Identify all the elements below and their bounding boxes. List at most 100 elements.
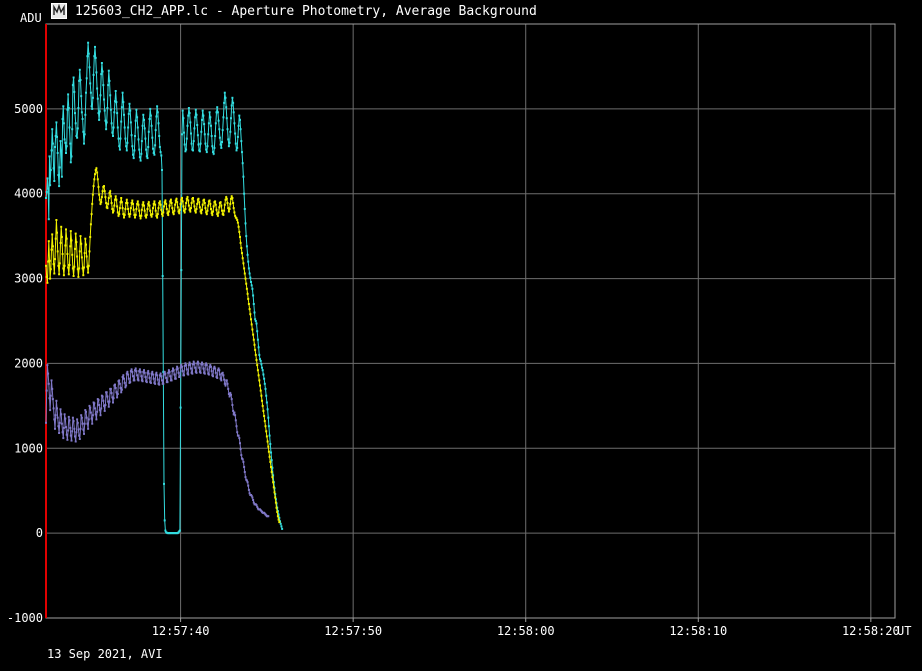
data-point xyxy=(98,404,101,406)
data-point xyxy=(156,213,159,216)
data-point xyxy=(233,211,236,214)
data-point xyxy=(103,98,105,101)
data-point xyxy=(69,245,72,248)
data-point xyxy=(185,137,188,140)
data-point xyxy=(262,409,265,412)
data-point xyxy=(187,199,190,202)
data-point xyxy=(129,207,132,210)
data-point xyxy=(245,245,248,248)
data-point xyxy=(98,110,101,113)
data-point xyxy=(148,376,151,379)
data-point xyxy=(120,197,123,199)
data-point xyxy=(83,432,85,435)
data-point xyxy=(186,196,189,199)
data-point xyxy=(108,400,111,403)
data-point xyxy=(237,225,240,228)
data-point xyxy=(132,202,134,205)
data-point xyxy=(73,265,76,268)
data-point xyxy=(98,198,101,201)
data-point xyxy=(154,382,157,385)
data-point xyxy=(50,149,53,152)
data-point xyxy=(47,240,50,243)
data-point xyxy=(54,427,56,430)
y-tick-label: 2000 xyxy=(14,356,43,370)
data-point xyxy=(192,140,195,143)
data-point xyxy=(90,105,93,108)
data-point xyxy=(94,45,96,48)
data-point xyxy=(199,142,202,145)
data-point xyxy=(264,425,267,428)
data-point xyxy=(65,145,68,148)
data-point xyxy=(148,204,151,207)
data-point xyxy=(68,419,71,422)
data-point xyxy=(220,146,223,149)
y-tick-label: 0 xyxy=(36,526,43,540)
grid-lines xyxy=(46,24,895,619)
data-point xyxy=(156,216,159,219)
data-point xyxy=(87,52,90,55)
x-tick-label: 12:57:50 xyxy=(324,624,382,638)
data-point xyxy=(114,387,117,389)
data-point xyxy=(236,221,239,224)
data-point xyxy=(118,148,121,151)
data-point xyxy=(88,250,91,253)
data-point xyxy=(55,121,58,124)
data-point xyxy=(245,235,248,238)
data-point xyxy=(87,418,90,421)
data-point xyxy=(116,205,119,208)
data-point xyxy=(193,362,196,365)
data-point xyxy=(167,213,170,216)
data-point xyxy=(131,145,134,148)
data-point xyxy=(81,422,84,425)
data-point xyxy=(197,143,200,146)
data-point xyxy=(190,202,193,204)
data-point xyxy=(49,268,52,271)
data-point xyxy=(203,133,206,136)
data-point xyxy=(211,213,214,216)
data-point xyxy=(189,210,192,213)
data-point xyxy=(234,419,237,422)
data-point xyxy=(153,200,156,203)
data-point xyxy=(240,454,243,457)
data-point xyxy=(252,499,255,501)
data-point xyxy=(145,381,148,384)
data-point xyxy=(76,127,79,130)
data-point xyxy=(232,111,235,114)
data-point xyxy=(240,247,243,249)
data-point xyxy=(147,146,150,148)
data-point xyxy=(163,519,166,522)
data-point xyxy=(256,369,259,372)
data-point xyxy=(272,481,275,484)
data-point xyxy=(123,113,125,116)
data-point xyxy=(120,201,123,204)
data-point xyxy=(68,126,71,129)
data-point xyxy=(47,382,50,385)
data-point xyxy=(89,236,92,238)
data-point xyxy=(251,496,254,499)
data-point xyxy=(123,213,126,216)
data-point xyxy=(247,297,250,300)
data-point xyxy=(194,211,197,214)
data-point xyxy=(109,94,112,97)
data-point xyxy=(243,471,246,473)
data-point xyxy=(134,213,137,216)
data-point xyxy=(250,318,252,321)
data-point xyxy=(268,455,271,458)
data-point xyxy=(66,438,69,441)
data-point xyxy=(132,375,134,378)
data-point xyxy=(154,209,157,212)
data-point xyxy=(78,438,81,440)
data-point xyxy=(89,82,92,85)
data-point xyxy=(263,415,266,417)
data-point xyxy=(69,142,72,145)
data-point xyxy=(82,428,85,431)
data-point xyxy=(196,124,199,126)
data-point xyxy=(265,430,268,433)
data-point xyxy=(237,124,240,127)
data-point xyxy=(220,379,223,382)
data-point xyxy=(51,128,54,131)
data-point xyxy=(78,250,81,253)
data-point xyxy=(47,218,50,221)
data-point xyxy=(154,129,157,132)
data-point xyxy=(176,206,179,209)
